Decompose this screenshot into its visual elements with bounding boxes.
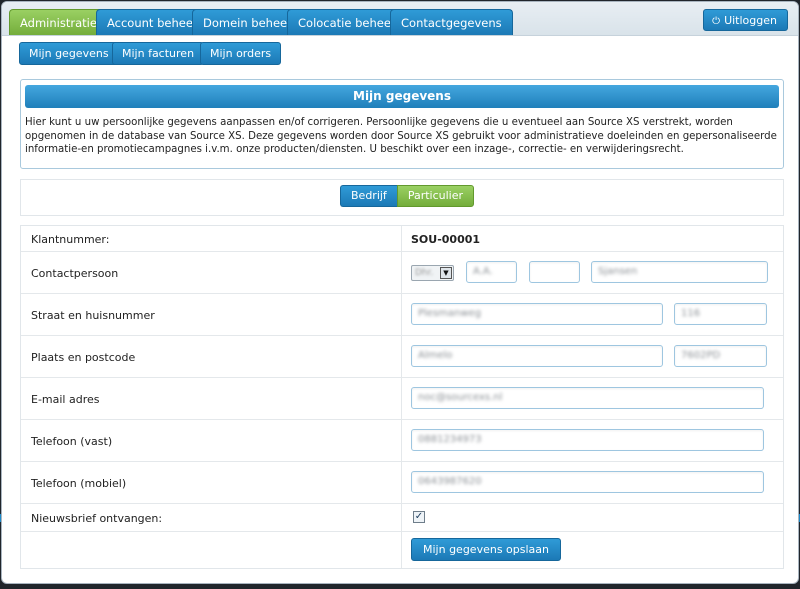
info-panel-text: Hier kunt u uw persoonlijke gegevens aan…: [25, 117, 777, 155]
chevron-down-icon: ▼: [440, 267, 452, 279]
subnav-mijn-orders[interactable]: Mijn orders: [200, 42, 282, 65]
row-opslaan: Mijn gegevens opslaan: [21, 532, 783, 568]
toggle-bedrijf[interactable]: Bedrijf: [340, 185, 397, 207]
column-divider: [401, 378, 402, 419]
top-navigation: Administratie Account beheer Domein behe…: [2, 2, 798, 36]
info-panel-title: Mijn gegevens: [25, 85, 779, 108]
row-plaats: Plaats en postcode Almelo 7602PD: [21, 336, 783, 378]
column-divider: [401, 336, 402, 377]
info-panel: Mijn gegevens Hier kunt u uw persoonlijk…: [20, 79, 784, 169]
column-divider: [401, 294, 402, 335]
lastname-value: Sjansen: [598, 266, 638, 277]
nieuwsbrief-label: Nieuwsbrief ontvangen:: [31, 512, 163, 525]
toggle-particulier[interactable]: Particulier: [396, 185, 475, 207]
email-label: E-mail adres: [31, 393, 100, 406]
lastname-field[interactable]: Sjansen: [591, 261, 768, 283]
row-straat: Straat en huisnummer Plesmanweg 116: [21, 294, 783, 336]
power-icon: ⏻: [712, 16, 721, 27]
column-divider: [401, 226, 402, 251]
row-email: E-mail adres noc@sourcexs.nl: [21, 378, 783, 420]
initials-field[interactable]: A.A.: [466, 261, 517, 283]
street-value: Plesmanweg: [418, 308, 482, 319]
klantnummer-label: Klantnummer:: [31, 233, 110, 246]
save-button[interactable]: Mijn gegevens opslaan: [411, 538, 562, 561]
initials-value: A.A.: [473, 266, 493, 277]
telefoon-label: Telefoon (vast): [31, 435, 113, 448]
customer-type-toggle: Bedrijf Particulier: [340, 185, 475, 207]
phone-field[interactable]: 0881234973: [411, 429, 764, 451]
column-divider: [401, 252, 402, 293]
postcode-value: 7602PD: [681, 350, 721, 361]
tab-contactgegevens[interactable]: Contactgegevens: [390, 9, 513, 35]
column-divider: [401, 532, 402, 568]
salutation-value: Dhr.: [415, 268, 434, 278]
mobile-field[interactable]: 0643987620: [411, 471, 764, 493]
city-field[interactable]: Almelo: [411, 345, 663, 367]
tab-administratie[interactable]: Administratie: [9, 9, 108, 35]
app-frame: Administratie Account beheer Domein behe…: [1, 1, 799, 584]
row-contactpersoon: Contactpersoon Dhr. ▼ A.A. Sjansen: [21, 252, 783, 294]
row-klantnummer: Klantnummer: SOU-00001: [21, 226, 783, 252]
infix-field[interactable]: [529, 261, 580, 283]
logout-label: Uitloggen: [724, 14, 777, 27]
plaats-label: Plaats en postcode: [31, 351, 136, 364]
row-nieuwsbrief: Nieuwsbrief ontvangen: ✓: [21, 504, 783, 532]
newsletter-checkbox[interactable]: ✓: [413, 511, 425, 523]
row-telefoon: Telefoon (vast) 0881234973: [21, 420, 783, 462]
city-value: Almelo: [418, 350, 453, 361]
street-field[interactable]: Plesmanweg: [411, 303, 663, 325]
column-divider: [401, 462, 402, 503]
checkmark-icon: ✓: [414, 511, 424, 522]
mobile-value: 0643987620: [418, 476, 482, 487]
contactpersoon-label: Contactpersoon: [31, 267, 119, 280]
mobiel-label: Telefoon (mobiel): [31, 477, 127, 490]
email-value: noc@sourcexs.nl: [418, 392, 503, 403]
housenumber-value: 116: [681, 308, 701, 319]
straat-label: Straat en huisnummer: [31, 309, 155, 322]
logout-button[interactable]: ⏻ Uitloggen: [703, 9, 788, 31]
phone-value: 0881234973: [418, 434, 482, 445]
column-divider: [401, 504, 402, 531]
salutation-select[interactable]: Dhr. ▼: [411, 265, 454, 281]
row-mobiel: Telefoon (mobiel) 0643987620: [21, 462, 783, 504]
column-divider: [401, 420, 402, 461]
email-field[interactable]: noc@sourcexs.nl: [411, 387, 764, 409]
subnav-mijn-facturen[interactable]: Mijn facturen: [112, 42, 205, 65]
klantnummer-value: SOU-00001: [411, 233, 481, 246]
postcode-field[interactable]: 7602PD: [674, 345, 767, 367]
tab-colocatie-beheer[interactable]: Colocatie beheer: [287, 9, 407, 35]
profile-form: Klantnummer: SOU-00001 Contactpersoon Dh…: [20, 225, 784, 569]
subnav-mijn-gegevens[interactable]: Mijn gegevens: [19, 42, 119, 65]
housenumber-field[interactable]: 116: [674, 303, 767, 325]
